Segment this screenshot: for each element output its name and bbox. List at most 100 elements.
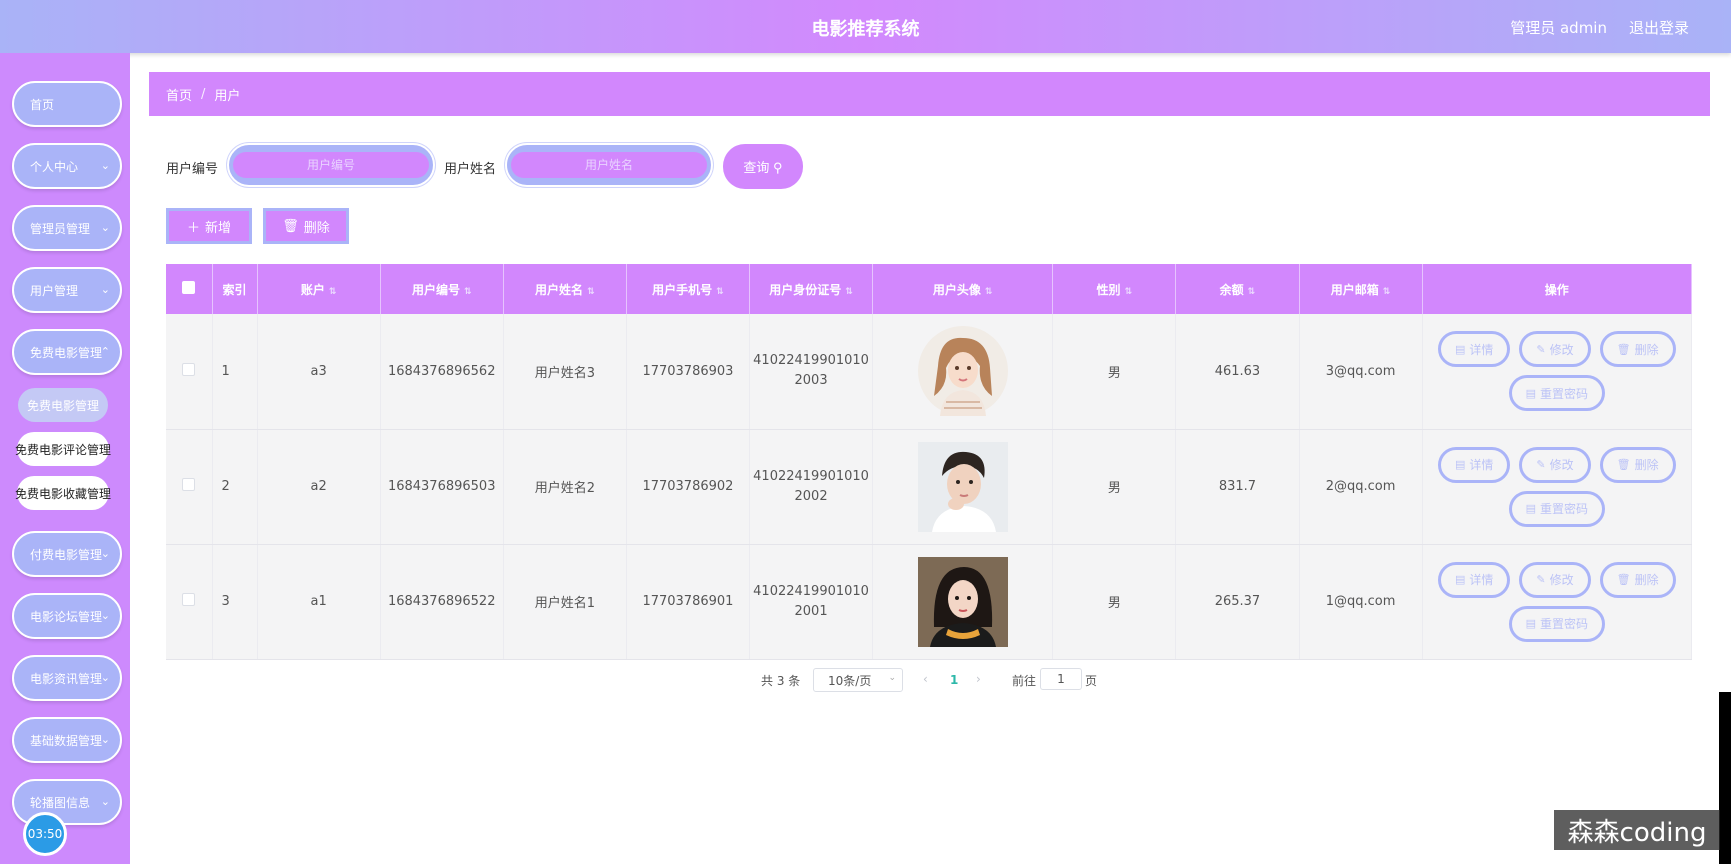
sidebar-item-personal-center[interactable]: 个人中心 ⌄ (12, 143, 122, 189)
cell-user-name: 用户姓名1 (503, 544, 627, 660)
submenu-item-free-movie[interactable]: 免费电影管理 (18, 388, 108, 422)
col-header-label: 用户编号 (411, 282, 460, 297)
edit-label: 修改 (1549, 458, 1574, 472)
logout-link[interactable]: 退出登录 (1629, 17, 1689, 38)
submenu-item-free-movie-favorites[interactable]: 免费电影收藏管理 (15, 476, 111, 510)
id-card-line: 2003 (794, 373, 828, 389)
delete-button[interactable]: 🗑 删除 (263, 208, 349, 244)
document-icon: ▤ (1454, 458, 1466, 471)
col-header-account[interactable]: 账户 ⇅ (257, 264, 381, 314)
sort-icon[interactable]: ⇅ (985, 287, 993, 297)
trash-icon: 🗑 (1616, 342, 1631, 356)
document-icon: ▤ (1525, 386, 1536, 400)
sidebar-item-news-management[interactable]: 电影资讯管理 ⌄ (12, 655, 122, 701)
row-delete-button[interactable]: 🗑 删除 (1599, 561, 1676, 598)
row-checkbox[interactable] (182, 362, 196, 376)
user-no-input[interactable] (233, 152, 429, 178)
delete-label: 删除 (1634, 458, 1659, 472)
col-header-label: 用户身份证号 (769, 282, 842, 297)
cell-balance: 831.7 (1175, 429, 1300, 545)
row-checkbox[interactable] (182, 478, 196, 491)
breadcrumb-home[interactable]: 首页 (166, 85, 192, 104)
detail-label: 详情 (1469, 573, 1494, 587)
document-icon: ▤ (1454, 573, 1466, 586)
reset-password-button[interactable]: ▤ 重置密码 (1508, 605, 1606, 642)
prev-page-icon[interactable]: ‹ (923, 672, 928, 686)
id-card-line: 2002 (794, 488, 828, 504)
col-header-label: 用户头像 (932, 282, 981, 297)
row-checkbox[interactable] (182, 593, 196, 606)
detail-button[interactable]: ▤ 详情 (1437, 446, 1511, 483)
chevron-down-icon: ⌄ (100, 671, 110, 684)
edit-button[interactable]: ✎ 修改 (1519, 446, 1591, 483)
col-header-id-card[interactable]: 用户身份证号 ⇅ (749, 264, 874, 314)
sort-icon[interactable]: ⇅ (1248, 287, 1256, 297)
col-header-gender[interactable]: 性别 ⇅ (1052, 264, 1177, 314)
cell-ops: ▤ 详情 ✎ 修改 🗑 删除 ▤ 重置密码 (1422, 544, 1693, 660)
user-name-input[interactable] (511, 152, 707, 178)
sidebar-item-label: 个人中心 (30, 159, 79, 174)
cell-id-card: 41022419901010 2001 (749, 544, 874, 660)
col-header-balance[interactable]: 余额 ⇅ (1175, 264, 1300, 314)
submenu-item-free-movie-comments[interactable]: 免费电影评论管理 (15, 432, 111, 466)
cell-balance: 265.37 (1175, 544, 1300, 660)
cell-gender: 男 (1052, 314, 1177, 430)
reset-password-button[interactable]: ▤ 重置密码 (1508, 375, 1606, 412)
page-number-current[interactable]: 1 (950, 673, 958, 687)
next-page-icon[interactable]: › (976, 672, 981, 686)
submenu-item-label: 免费电影管理 (26, 398, 99, 413)
add-button-label: 新增 (205, 219, 232, 235)
sort-icon[interactable]: ⇅ (1383, 287, 1391, 297)
trash-icon: 🗑 (282, 218, 299, 233)
sort-icon[interactable]: ⇅ (845, 287, 853, 297)
sidebar-item-user-management[interactable]: 用户管理 ⌄ (12, 267, 122, 313)
sort-icon[interactable]: ⇅ (329, 287, 337, 297)
sort-icon[interactable]: ⇅ (716, 287, 724, 297)
select-all-checkbox[interactable] (182, 281, 196, 294)
chevron-up-icon: ⌃ (100, 345, 110, 358)
user-avatar-image[interactable] (917, 441, 1008, 532)
row-delete-button[interactable]: 🗑 删除 (1599, 446, 1676, 483)
sort-icon[interactable]: ⇅ (1125, 287, 1133, 297)
sidebar-item-home[interactable]: 首页 (12, 81, 122, 127)
edit-button[interactable]: ✎ 修改 (1519, 561, 1591, 598)
sort-icon[interactable]: ⇅ (464, 287, 472, 297)
detail-label: 详情 (1469, 342, 1494, 357)
detail-button[interactable]: ▤ 详情 (1437, 561, 1511, 598)
col-header-label: 用户邮箱 (1330, 282, 1379, 297)
user-avatar-image[interactable] (917, 326, 1008, 417)
sidebar-item-admin-management[interactable]: 管理员管理 ⌄ (12, 205, 122, 251)
col-header-user-no[interactable]: 用户编号 ⇅ (380, 264, 504, 314)
sidebar-item-free-movie-management[interactable]: 免费电影管理 ⌃ (12, 329, 122, 375)
pagination-total: 共 3 条 (761, 674, 801, 688)
sidebar-item-forum-management[interactable]: 电影论坛管理 ⌄ (12, 593, 122, 639)
cell-user-no: 1684376896503 (380, 429, 504, 545)
document-icon: ▤ (1525, 502, 1536, 515)
search-icon: ⚲ (773, 160, 783, 175)
top-header: 电影推荐系统 管理员 admin 退出登录 (0, 0, 1731, 53)
user-name-field: ⚲ (505, 143, 713, 187)
app-title: 电影推荐系统 (811, 19, 920, 40)
edit-button[interactable]: ✎ 修改 (1519, 331, 1591, 368)
col-header-user-name[interactable]: 用户姓名 ⇅ (503, 264, 627, 314)
watermark: 森森coding (1554, 810, 1720, 850)
page-size-select[interactable]: 10条/页 ⌄ (813, 668, 903, 692)
reset-label: 重置密码 (1540, 617, 1589, 631)
sidebar-item-label: 首页 (30, 97, 55, 112)
col-header-phone[interactable]: 用户手机号 ⇅ (626, 264, 751, 314)
cell-user-name: 用户姓名3 (503, 314, 627, 430)
sidebar-item-label: 用户管理 (30, 283, 79, 298)
goto-page-input[interactable] (1040, 668, 1082, 690)
detail-button[interactable]: ▤ 详情 (1437, 331, 1511, 368)
sort-icon[interactable]: ⇅ (587, 287, 595, 297)
col-header-avatar[interactable]: 用户头像 ⇅ (872, 264, 1054, 314)
reset-password-button[interactable]: ▤ 重置密码 (1508, 490, 1606, 527)
col-header-email[interactable]: 用户邮箱 ⇅ (1299, 264, 1423, 314)
sidebar-item-paid-movie-management[interactable]: 付费电影管理 ⌄ (12, 531, 122, 577)
user-avatar-image[interactable] (917, 556, 1008, 647)
row-delete-button[interactable]: 🗑 删除 (1599, 331, 1676, 368)
query-button[interactable]: 查询 ⚲ (723, 144, 803, 189)
add-button[interactable]: ＋ 新增 (166, 208, 252, 244)
sidebar-item-basic-data-management[interactable]: 基础数据管理 ⌄ (12, 717, 122, 763)
table-row: 3 a1 1684376896522 用户姓名1 17703786901 410… (166, 544, 1693, 660)
